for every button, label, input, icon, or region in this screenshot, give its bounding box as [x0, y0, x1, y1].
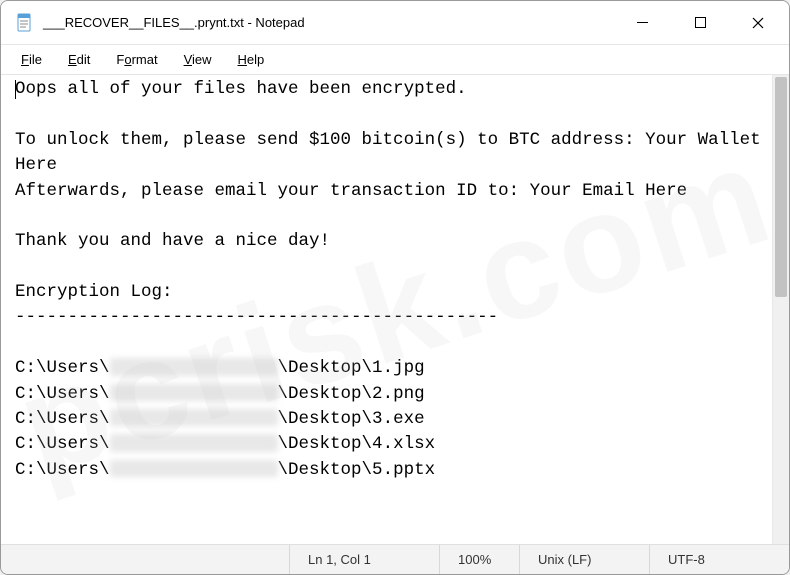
minimize-button[interactable]	[613, 1, 671, 44]
statusbar: Ln 1, Col 1 100% Unix (LF) UTF-8	[1, 544, 789, 574]
close-button[interactable]	[729, 1, 787, 44]
menu-help[interactable]: Help	[226, 48, 277, 71]
window-controls	[613, 1, 787, 44]
vertical-scrollbar[interactable]	[772, 75, 789, 544]
menu-format[interactable]: Format	[104, 48, 169, 71]
status-encoding: UTF-8	[649, 545, 789, 574]
redacted-username: XXXXXXXXXXXXXXXX	[110, 434, 278, 452]
menu-file[interactable]: File	[9, 48, 54, 71]
status-eol: Unix (LF)	[519, 545, 649, 574]
redacted-username: XXXXXXXXXXXXXXXX	[110, 409, 278, 427]
notepad-window: ___RECOVER__FILES__.prynt.txt - Notepad …	[0, 0, 790, 575]
redacted-username: XXXXXXXXXXXXXXXX	[110, 384, 278, 402]
menubar: File Edit Format View Help	[1, 45, 789, 75]
redacted-username: XXXXXXXXXXXXXXXX	[110, 358, 278, 376]
redacted-username: XXXXXXXXXXXXXXXX	[110, 460, 278, 478]
scroll-thumb[interactable]	[775, 77, 787, 297]
content-area: Oops all of your files have been encrypt…	[1, 75, 789, 544]
menu-view[interactable]: View	[172, 48, 224, 71]
status-zoom: 100%	[439, 545, 519, 574]
maximize-button[interactable]	[671, 1, 729, 44]
notepad-app-icon	[15, 13, 33, 33]
status-position: Ln 1, Col 1	[289, 545, 439, 574]
window-title: ___RECOVER__FILES__.prynt.txt - Notepad	[43, 15, 613, 30]
text-editor[interactable]: Oops all of your files have been encrypt…	[1, 75, 772, 544]
titlebar: ___RECOVER__FILES__.prynt.txt - Notepad	[1, 1, 789, 45]
menu-edit[interactable]: Edit	[56, 48, 102, 71]
